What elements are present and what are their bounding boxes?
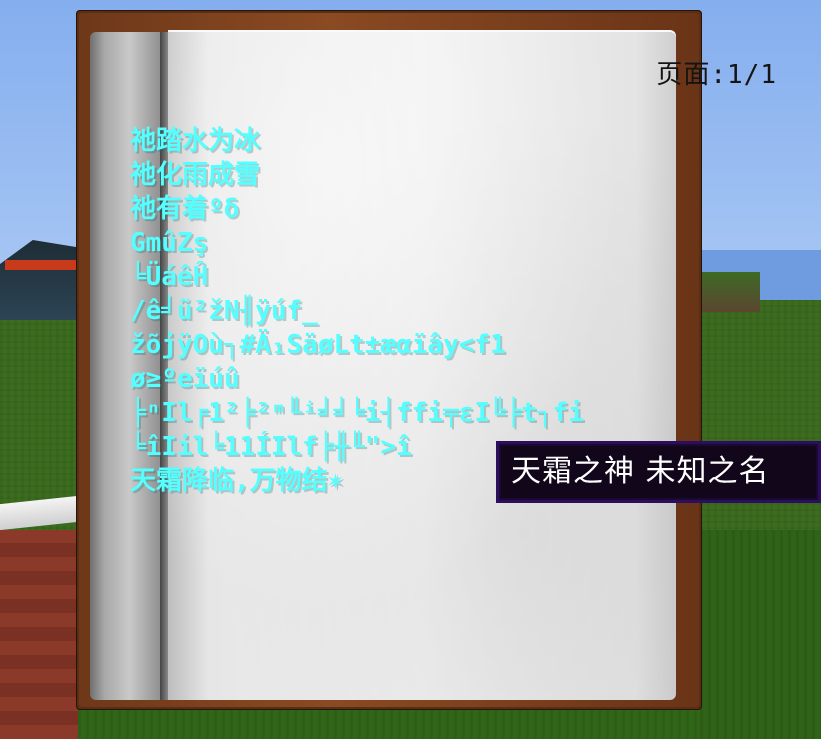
- book-line: /ê╛ũ²žN╢ÿúf_: [130, 296, 318, 326]
- hover-tooltip: 天霜之神 未知之名: [496, 441, 821, 503]
- grass-floor-right: [700, 530, 821, 739]
- book-line: 祂踏水为冰: [130, 126, 261, 156]
- book-line: ø≥ºeïúû: [130, 364, 240, 394]
- book-line: ╞ⁿIl╒1²╞²ᵐ╙ⁱ╛╛╘i┤ffi╤εI╚╞t┐fi: [130, 398, 584, 428]
- book-line: 祂有着ºδ: [130, 194, 240, 224]
- book-line: GmûZş: [130, 228, 209, 258]
- book-line: 祂化雨成雪: [130, 160, 261, 190]
- book-line: žõjÿOù┐#Ä₁SäøLt±æαïây<f1: [130, 330, 506, 360]
- lava-block: [5, 260, 80, 270]
- page-indicator: 页面:1/1: [656, 60, 777, 90]
- red-deck: [0, 530, 78, 739]
- floating-island: [700, 272, 760, 312]
- grass-floor-bottom: [78, 708, 700, 739]
- book-line: ╘ÜáêĤ: [130, 262, 209, 292]
- tooltip-text: 天霜之神 未知之名: [511, 454, 770, 489]
